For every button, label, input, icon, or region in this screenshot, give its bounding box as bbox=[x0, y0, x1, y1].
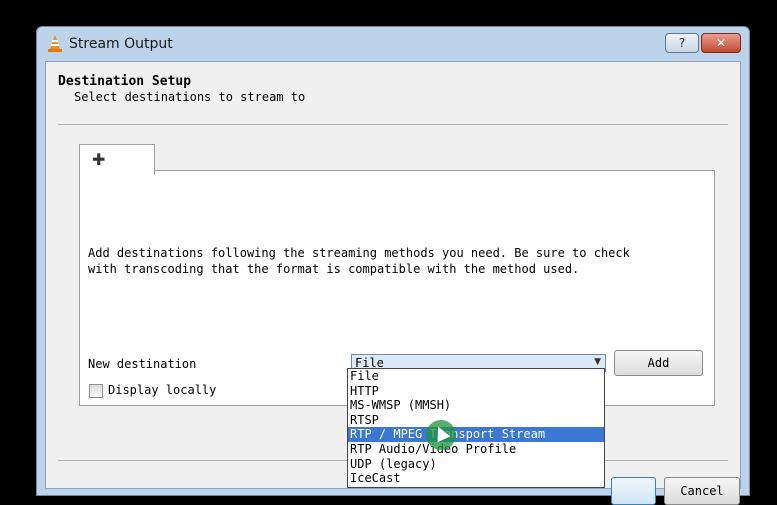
cursor-arrow-icon bbox=[431, 423, 451, 443]
display-locally-label[interactable]: Display locally bbox=[108, 383, 216, 397]
dropdown-option[interactable]: File bbox=[348, 369, 604, 384]
help-button[interactable]: ? bbox=[665, 33, 699, 53]
display-locally-checkbox[interactable] bbox=[89, 384, 103, 398]
plus-icon: ✚ bbox=[92, 150, 106, 169]
title-bar[interactable]: Stream Output ? ✕ bbox=[37, 27, 749, 61]
cancel-button[interactable]: Cancel bbox=[664, 477, 740, 505]
destination-description: Add destinations following the streaming… bbox=[88, 246, 630, 276]
destination-dropdown-list[interactable]: File HTTP MS-WMSP (MMSH) RTSP RTP / MPEG… bbox=[347, 368, 605, 488]
close-button[interactable]: ✕ bbox=[701, 33, 741, 53]
dropdown-option-highlighted[interactable]: RTP / MPEG Transport Stream bbox=[348, 427, 604, 442]
dropdown-option[interactable]: MS-WMSP (MMSH) bbox=[348, 398, 604, 413]
page-subtitle: Select destinations to stream to bbox=[74, 90, 306, 104]
dropdown-option[interactable]: RTP Audio/Video Profile bbox=[348, 442, 604, 457]
divider bbox=[58, 124, 728, 125]
dropdown-option[interactable]: RTSP bbox=[348, 413, 604, 428]
mouse-cursor-highlight bbox=[426, 420, 456, 450]
ok-button[interactable] bbox=[611, 477, 656, 505]
window-title: Stream Output bbox=[69, 36, 173, 52]
new-destination-label: New destination bbox=[88, 357, 197, 371]
dropdown-option[interactable]: IceCast bbox=[348, 471, 604, 486]
chevron-down-icon: ▼ bbox=[594, 357, 601, 367]
dropdown-option[interactable]: HTTP bbox=[348, 384, 604, 399]
tab-add-destination[interactable]: ✚ bbox=[79, 144, 155, 175]
dropdown-option[interactable]: UDP (legacy) bbox=[348, 457, 604, 472]
vlc-cone-icon bbox=[48, 35, 62, 52]
page-title: Destination Setup bbox=[58, 74, 192, 89]
add-button[interactable]: Add bbox=[614, 350, 703, 376]
